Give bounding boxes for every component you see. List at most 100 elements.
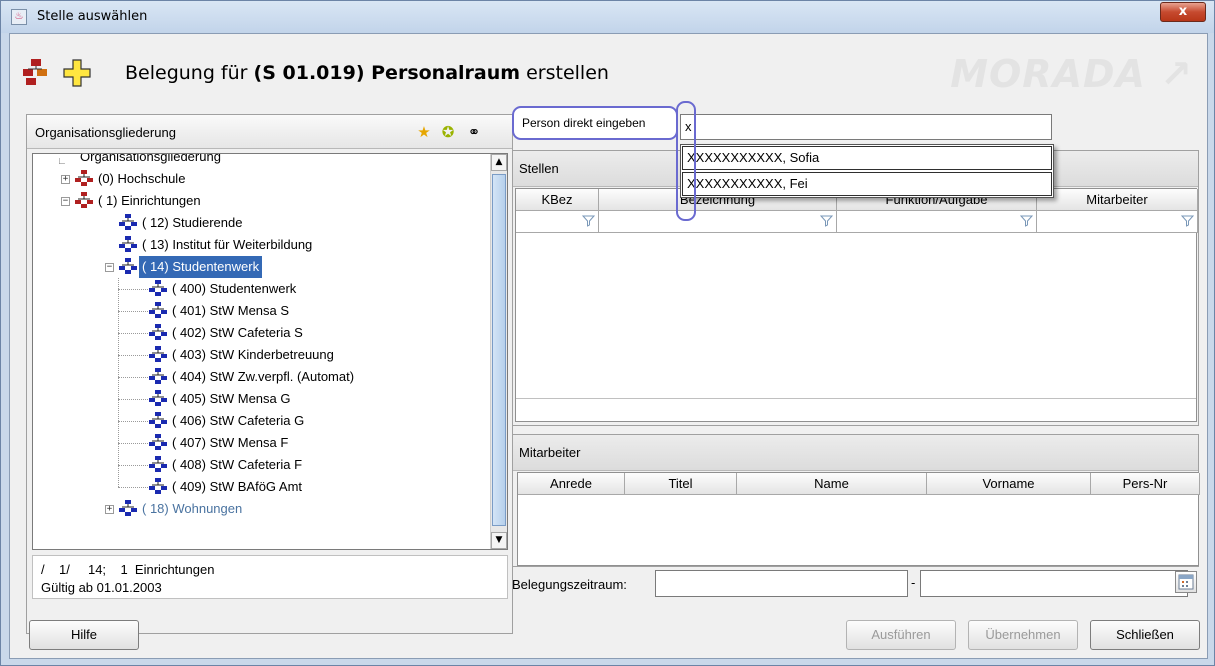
tree-node[interactable]: ( 14) Studentenwerk	[119, 256, 263, 278]
highlight-annotation	[676, 101, 696, 221]
org-tree[interactable]: ∟ Organisationsgliederung (0) Hochschule + (…	[32, 153, 508, 550]
column-header-mitarbeiter[interactable]: Mitarbeiter	[1037, 189, 1198, 211]
apply-button[interactable]: Übernehmen	[968, 620, 1078, 650]
tree-node[interactable]: (0) Hochschule	[75, 168, 188, 190]
filter-icon[interactable]	[820, 214, 833, 227]
org-root-icon: ∟	[57, 156, 67, 167]
calendar-glyph	[1178, 574, 1194, 590]
tree-connector	[118, 289, 148, 290]
tree-node-label: Organisationsgliederung	[80, 153, 221, 164]
org-panel-title: Organisationsgliederung	[35, 125, 176, 140]
collapse-node-button[interactable]: −	[61, 197, 70, 206]
tree-node[interactable]: ( 18) Wohnungen	[119, 498, 245, 520]
add-plus-icon	[63, 59, 91, 87]
help-button[interactable]: Hilfe	[29, 620, 139, 650]
tree-node-label: ( 12) Studierende	[142, 215, 243, 230]
org-panel: Organisationsgliederung ★ ✪ ⚭ ∟ Organisat…	[26, 114, 513, 634]
org-panel-header: Organisationsgliederung ★ ✪ ⚭	[27, 115, 512, 149]
dialog-body: Belegung für (S 01.019) Personalraum ers…	[9, 33, 1208, 659]
tree-node-label: ( 408) StW Cafeteria F	[172, 457, 303, 472]
close-button[interactable]: Schließen	[1090, 620, 1200, 650]
expand-node-button[interactable]: +	[61, 175, 70, 184]
mitarbeiter-title: Mitarbeiter	[513, 435, 1198, 471]
tree-connector	[118, 311, 148, 312]
close-window-button[interactable]: x	[1160, 2, 1206, 22]
org-status-path: / 1/ 14; 1 Einrichtungen	[41, 562, 215, 577]
org-unit-icon	[149, 390, 167, 406]
person-suggestions: XXXXXXXXXXX, Sofia XXXXXXXXXXX, Fei	[680, 144, 1054, 198]
tree-node-label: ( 1) Einrichtungen	[98, 193, 201, 208]
tree-node[interactable]: ( 404) StW Zw.verpfl. (Automat)	[149, 366, 357, 388]
tree-node[interactable]: ( 409) StW BAföG Amt	[149, 476, 305, 498]
tree-node[interactable]: ( 402) StW Cafeteria S	[149, 322, 306, 344]
collapse-node-button[interactable]: −	[105, 263, 114, 272]
tree-connector	[118, 465, 148, 466]
column-header-pers-nr[interactable]: Pers-Nr	[1091, 473, 1200, 495]
tree-node[interactable]: ( 12) Studierende	[119, 212, 245, 234]
scroll-thumb[interactable]	[492, 174, 506, 526]
tree-connector	[118, 421, 148, 422]
binoculars-search-icon[interactable]: ⚭	[465, 123, 483, 141]
scroll-down-button[interactable]: ▼	[491, 532, 507, 549]
suggestion-item[interactable]: XXXXXXXXXXX, Fei	[682, 172, 1052, 196]
tree-node[interactable]: ( 407) StW Mensa F	[149, 432, 291, 454]
filter-kbez[interactable]	[516, 211, 599, 233]
org-unit-icon	[119, 500, 137, 516]
tree-node[interactable]: ( 405) StW Mensa G	[149, 388, 293, 410]
person-input[interactable]: x	[680, 114, 1052, 140]
tree-node-label: ( 401) StW Mensa S	[172, 303, 290, 318]
org-unit-icon	[119, 258, 137, 274]
brand-logo: MORADA ↗	[950, 52, 1193, 96]
suggestion-item[interactable]: XXXXXXXXXXX, Sofia	[682, 146, 1052, 170]
org-unit-icon	[149, 346, 167, 362]
date-from-field[interactable]	[655, 570, 908, 597]
add-favorite-icon[interactable]: ✪	[439, 123, 457, 141]
mitarbeiter-table[interactable]: Anrede Titel Name Vorname Pers-Nr	[517, 472, 1200, 566]
expand-node-button[interactable]: +	[105, 505, 114, 514]
tree-node-label: ( 13) Institut für Weiterbildung	[142, 237, 313, 252]
stellen-table[interactable]: KBez Bezeichnung Funktion/Aufgabe Mitarb…	[515, 188, 1198, 422]
tree-scrollbar[interactable]: ▲ ▼	[490, 154, 507, 549]
tree-connector	[118, 399, 148, 400]
favorite-star-icon[interactable]: ★	[415, 123, 433, 141]
column-header-kbez[interactable]: KBez	[516, 189, 599, 211]
tree-node[interactable]: ( 406) StW Cafeteria G	[149, 410, 307, 432]
tree-node-label: ( 402) StW Cafeteria S	[172, 325, 303, 340]
execute-button[interactable]: Ausführen	[846, 620, 956, 650]
filter-icon[interactable]	[1181, 214, 1194, 227]
org-unit-icon	[75, 192, 93, 208]
tree-connector	[118, 443, 148, 444]
tree-node[interactable]: ∟ Organisationsgliederung	[57, 153, 224, 168]
tree-node[interactable]: ( 401) StW Mensa S	[149, 300, 292, 322]
filter-icon[interactable]	[1020, 214, 1033, 227]
date-separator: -	[911, 576, 916, 590]
tree-connector	[118, 377, 148, 378]
tree-node-label: ( 14) Studentenwerk	[139, 256, 263, 278]
tree-node-label: ( 18) Wohnungen	[142, 501, 243, 516]
window-title: Stelle auswählen	[37, 9, 148, 24]
column-header-name[interactable]: Name	[737, 473, 927, 495]
stellen-table-footer	[516, 398, 1196, 420]
org-unit-icon	[149, 280, 167, 296]
column-header-anrede[interactable]: Anrede	[518, 473, 625, 495]
title-suffix: erstellen	[520, 62, 609, 84]
org-unit-icon	[149, 456, 167, 472]
column-header-titel[interactable]: Titel	[625, 473, 737, 495]
tree-node[interactable]: ( 13) Institut für Weiterbildung	[119, 234, 315, 256]
org-unit-icon	[75, 170, 93, 186]
tree-node-label: ( 405) StW Mensa G	[172, 391, 291, 406]
tree-node[interactable]: ( 408) StW Cafeteria F	[149, 454, 305, 476]
calendar-icon[interactable]	[1175, 571, 1197, 593]
tree-node[interactable]: ( 403) StW Kinderbetreuung	[149, 344, 337, 366]
filter-bezeichnung[interactable]	[599, 211, 837, 233]
tree-node-label: (0) Hochschule	[98, 171, 186, 186]
tree-node[interactable]: ( 400) Studentenwerk	[149, 278, 299, 300]
tree-node[interactable]: ( 1) Einrichtungen	[75, 190, 204, 212]
filter-icon[interactable]	[582, 214, 595, 227]
filter-funktion[interactable]	[837, 211, 1037, 233]
org-unit-icon	[149, 434, 167, 450]
filter-mitarbeiter[interactable]	[1037, 211, 1198, 233]
scroll-up-button[interactable]: ▲	[491, 154, 507, 171]
date-to-field[interactable]	[920, 570, 1188, 597]
column-header-vorname[interactable]: Vorname	[927, 473, 1091, 495]
